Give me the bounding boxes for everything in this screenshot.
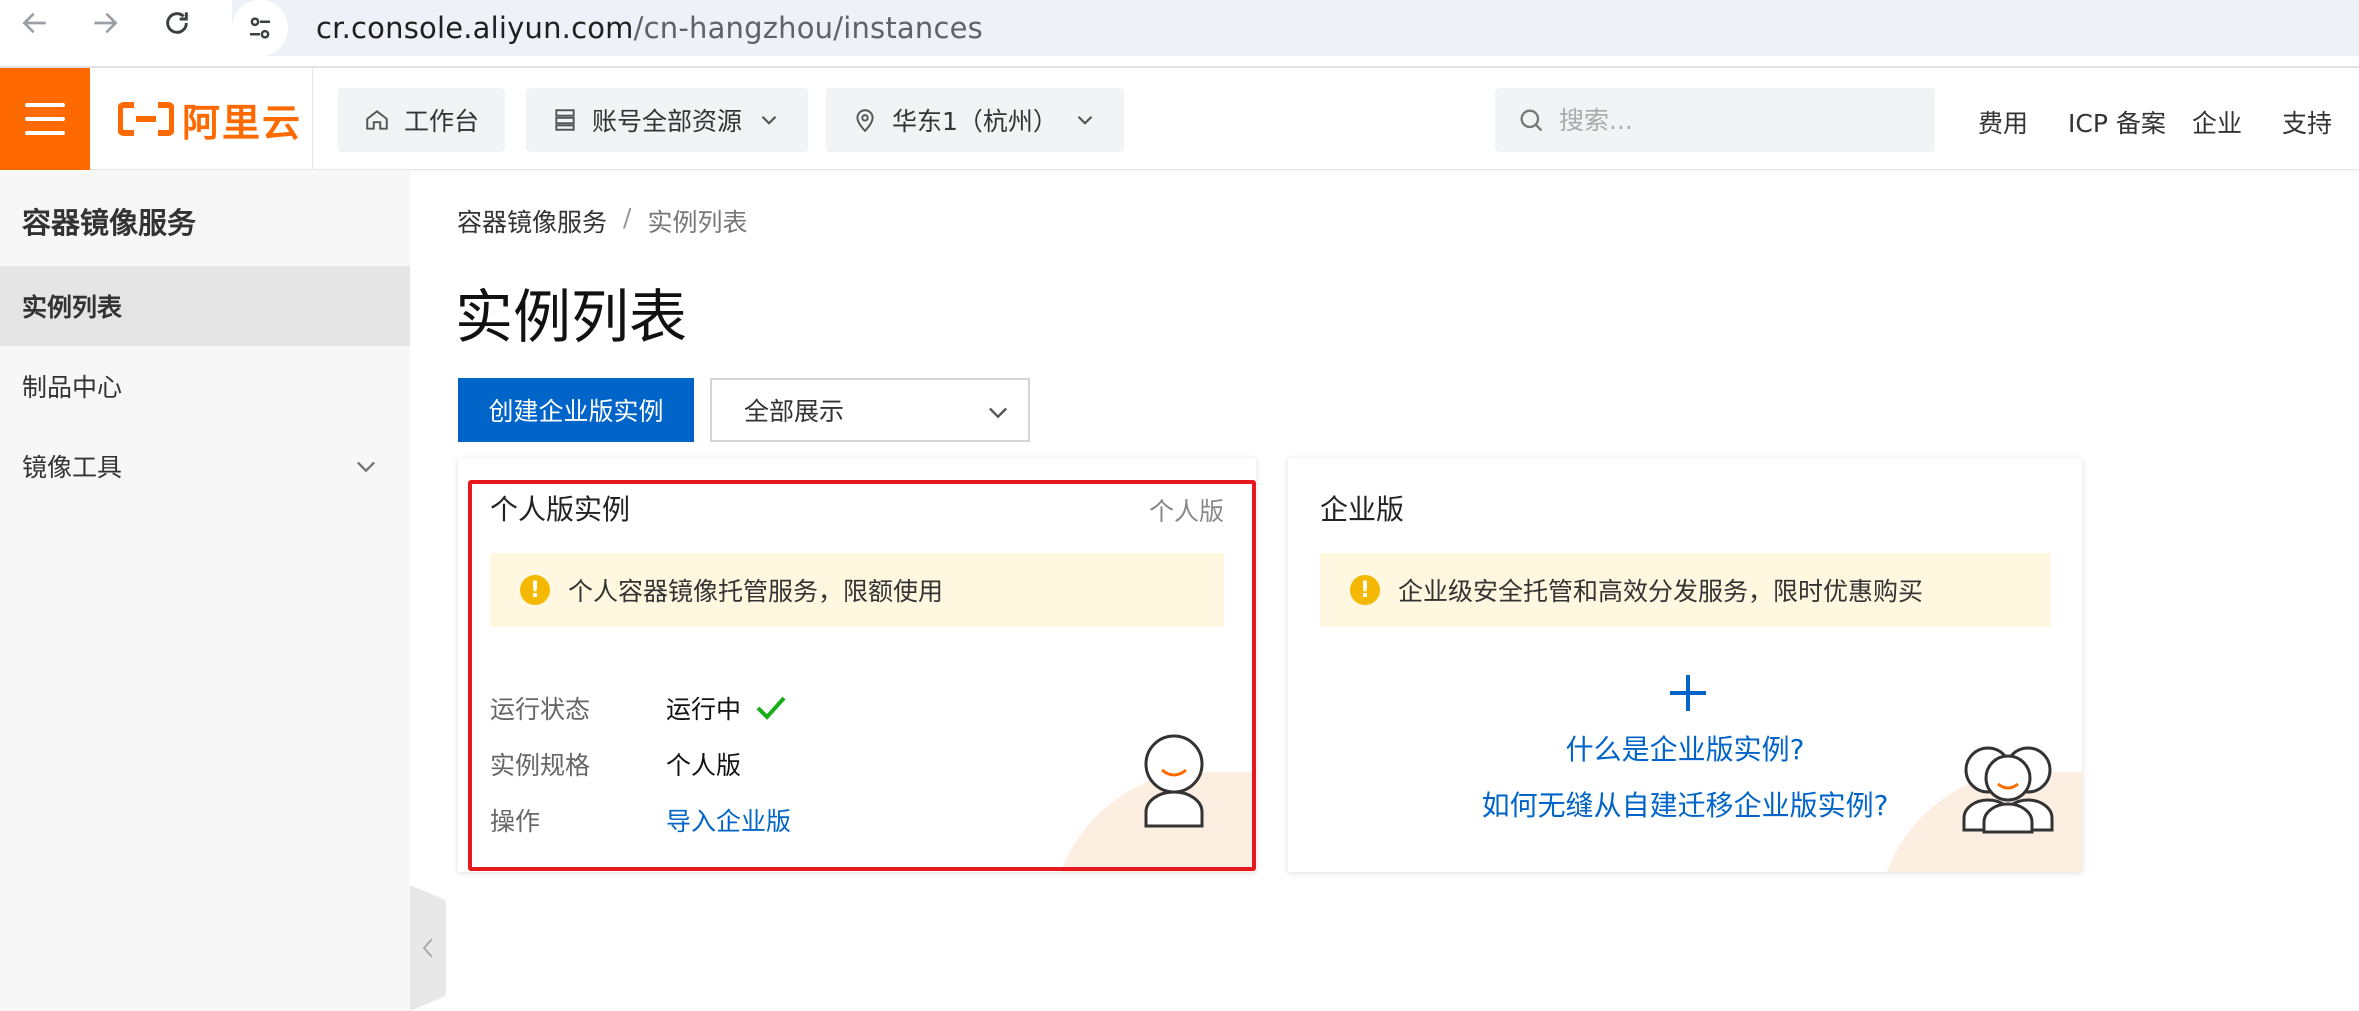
logo-text: 阿里云 (182, 100, 303, 145)
enterprise-instance-card[interactable]: 企业版 ! 企业级安全托管和高效分发服务，限时优惠购买 什么是企业版实例? 如何… (1288, 458, 2082, 872)
spec-label: 实例规格 (490, 751, 591, 780)
stack-icon (555, 109, 575, 131)
import-enterprise-link[interactable]: 导入企业版 (666, 802, 791, 838)
address-bar[interactable]: cr.console.aliyun.com/cn-hangzhou/instan… (232, 0, 2359, 56)
user-avatar-icon (1144, 734, 1204, 828)
reload-icon (166, 11, 188, 34)
sidebar-item-label: 制品中心 (22, 373, 123, 402)
check-icon (756, 696, 786, 720)
chevron-down-icon (357, 461, 375, 473)
status-value: 运行中 (666, 690, 787, 726)
url-host: cr.console.aliyun.com (316, 11, 634, 45)
resources-dropdown[interactable]: 账号全部资源 (526, 88, 809, 152)
select-value: 全部展示 (744, 397, 845, 426)
card-title: 企业版 (1320, 493, 1405, 526)
breadcrumb-current: 实例列表 (647, 208, 748, 237)
search-icon (1520, 109, 1543, 132)
sidebar-collapse-handle[interactable] (410, 885, 446, 1011)
site-info-button[interactable] (232, 0, 288, 56)
nav-link-billing[interactable]: 费用 (1978, 104, 2028, 140)
arrow-right-icon (94, 12, 118, 33)
card-title: 个人版实例 (490, 493, 631, 526)
breadcrumb: 容器镜像服务 / 实例列表 (457, 203, 747, 239)
page-title: 实例列表 (455, 283, 688, 351)
url-text: cr.console.aliyun.com/cn-hangzhou/instan… (316, 11, 983, 45)
arrow-left-icon (22, 12, 46, 33)
resources-label: 账号全部资源 (592, 107, 743, 136)
warning-icon: ! (520, 575, 550, 605)
spec-value: 个人版 (666, 751, 742, 780)
aliyun-logo-icon (118, 102, 174, 136)
workbench-label: 工作台 (404, 107, 480, 136)
chevron-left-icon (422, 938, 433, 958)
aliyun-logo[interactable]: 阿里云 (118, 96, 302, 145)
location-pin-icon (856, 109, 874, 133)
plus-icon[interactable] (1668, 673, 1708, 713)
search-input[interactable] (1559, 105, 1899, 135)
edition-tag: 个人版 (1148, 497, 1224, 526)
notice-banner: ! 个人容器镜像托管服务，限额使用 (490, 553, 1224, 627)
console-topnav: 阿里云 工作台 账号全部资源 华东1（杭州） 费用 ICP 备案 企业 支持 (0, 68, 2359, 170)
divider (312, 68, 313, 170)
notice-text: 个人容器镜像托管服务，限额使用 (568, 577, 944, 606)
reload-button[interactable] (152, 0, 202, 45)
back-button[interactable] (10, 0, 60, 45)
region-dropdown[interactable]: 华东1（杭州） (826, 88, 1124, 152)
team-avatar-icon (1962, 746, 2054, 834)
chevron-down-icon (989, 407, 1007, 419)
home-icon (366, 110, 388, 130)
nav-link-support[interactable]: 支持 (2282, 104, 2332, 140)
sidebar-title: 容器镜像服务 (22, 206, 197, 240)
workbench-button[interactable]: 工作台 (338, 88, 506, 152)
action-label: 操作 (490, 807, 541, 836)
display-filter-select[interactable]: 全部展示 (710, 378, 1030, 442)
menu-button[interactable] (0, 68, 90, 170)
breadcrumb-separator: / (623, 203, 632, 232)
warning-icon: ! (1350, 575, 1380, 605)
sidebar: 容器镜像服务 实例列表 制品中心 镜像工具 (0, 170, 410, 1011)
create-enterprise-instance-button[interactable]: 创建企业版实例 (458, 378, 694, 442)
region-label: 华东1（杭州） (892, 107, 1058, 136)
forward-button[interactable] (80, 0, 130, 45)
sidebar-item-artifacts[interactable]: 制品中心 (0, 346, 410, 426)
browser-toolbar: cr.console.aliyun.com/cn-hangzhou/instan… (0, 0, 2359, 68)
sidebar-item-label: 实例列表 (22, 293, 123, 322)
notice-text: 企业级安全托管和高效分发服务，限时优惠购买 (1398, 577, 1924, 606)
nav-link-enterprise[interactable]: 企业 (2192, 104, 2242, 140)
breadcrumb-link-service[interactable]: 容器镜像服务 (457, 203, 607, 239)
sidebar-item-label: 镜像工具 (22, 453, 123, 482)
notice-banner: ! 企业级安全托管和高效分发服务，限时优惠购买 (1320, 553, 2050, 627)
search-box[interactable] (1495, 88, 1935, 152)
sidebar-item-instances[interactable]: 实例列表 (0, 266, 410, 346)
status-label: 运行状态 (490, 695, 591, 724)
url-path: /cn-hangzhou/instances (633, 11, 983, 45)
tune-icon (250, 17, 270, 39)
nav-link-icp[interactable]: ICP 备案 (2068, 104, 2166, 140)
status-text: 运行中 (666, 695, 742, 724)
personal-instance-card[interactable]: 个人版实例 个人版 ! 个人容器镜像托管服务，限额使用 运行状态 运行中 实例规… (458, 458, 1256, 872)
chevron-down-icon (1077, 115, 1093, 125)
chevron-down-icon (761, 115, 777, 125)
sidebar-item-image-tools[interactable]: 镜像工具 (0, 426, 410, 506)
